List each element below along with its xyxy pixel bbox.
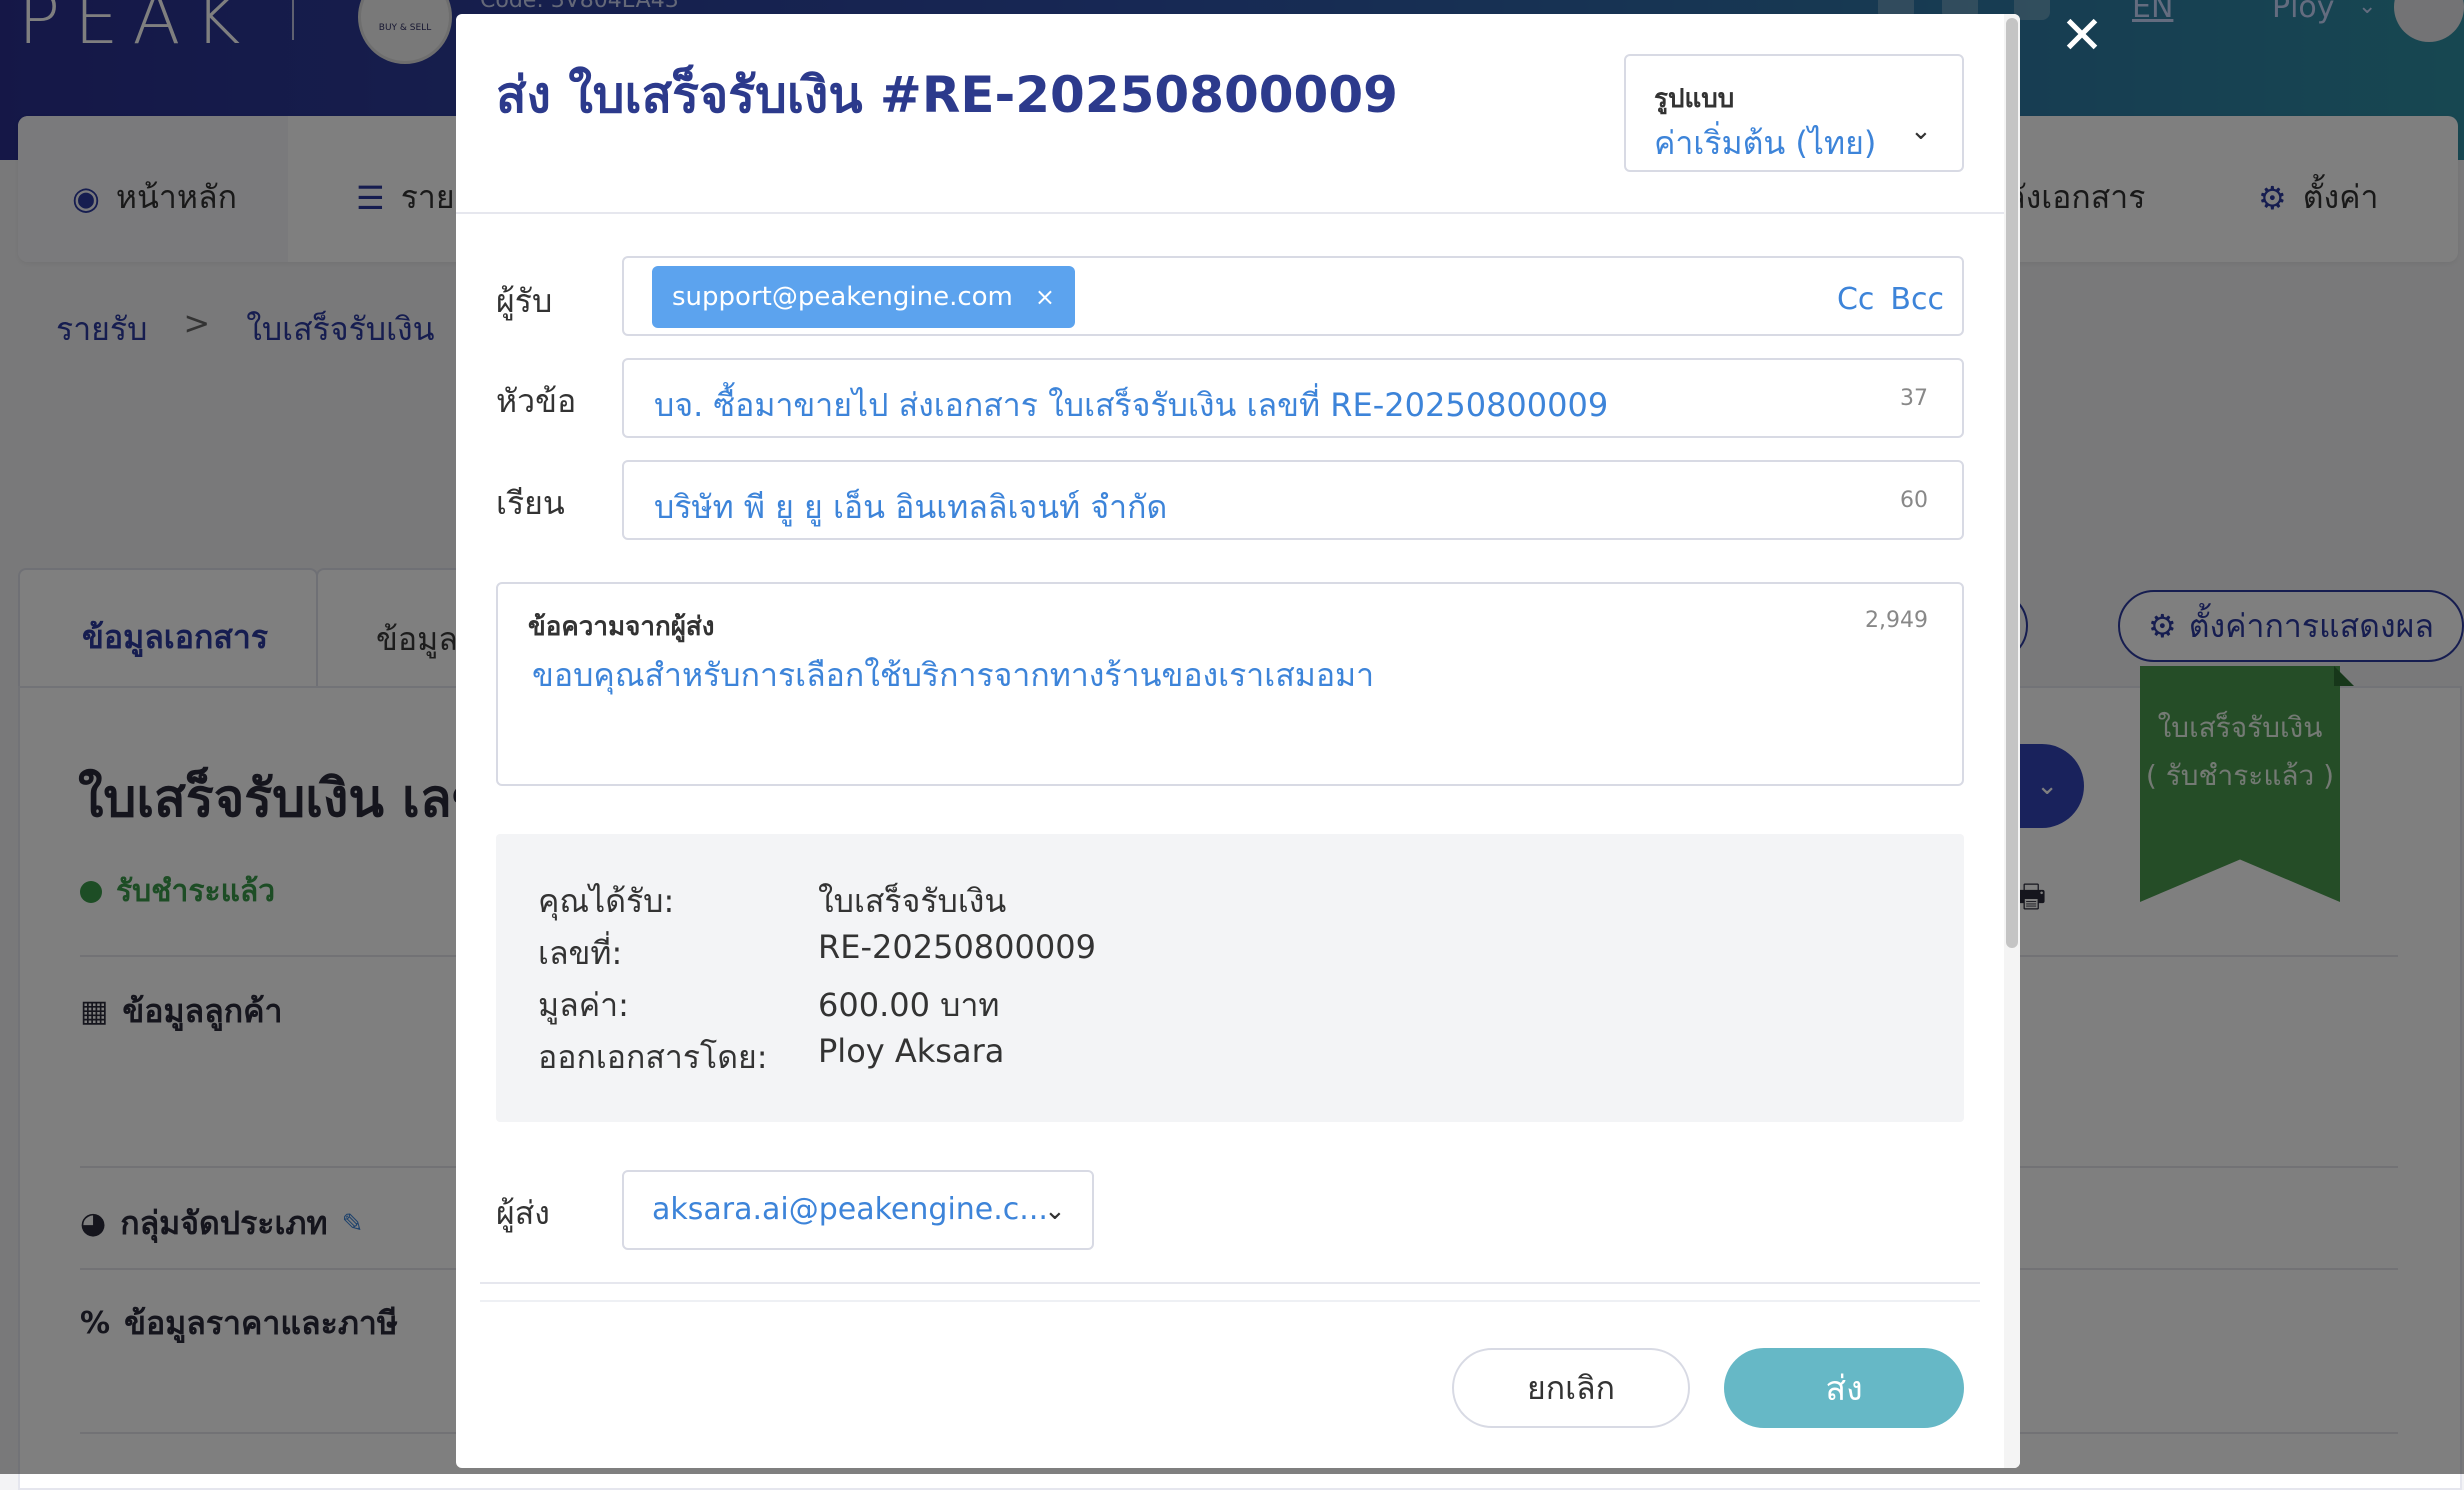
send-document-dialog: ส่ง ใบเสร็จรับเงิน #RE-20250800009 รูปแบ… <box>456 14 2020 1468</box>
bcc-link[interactable]: Bcc <box>1890 282 1944 317</box>
summary-value: RE-20250800009 <box>818 928 1096 966</box>
message-value: ขอบคุณสำหรับการเลือกใช้บริการจากทางร้านข… <box>532 656 1375 694</box>
cc-link[interactable]: Cc <box>1837 282 1874 317</box>
subject-field[interactable]: บจ. ซื้อมาขายไป ส่งเอกสาร ใบเสร็จรับเงิน… <box>622 358 1964 438</box>
addressee-field[interactable]: บริษัท พี ยู ยู เอ็น อินเทลลิเจนท์ จำกัด… <box>622 460 1964 540</box>
sender-select[interactable]: aksara.ai@peakengine.c... ⌄ <box>622 1170 1094 1250</box>
footer-divider <box>480 1282 1980 1284</box>
addressee-label: เรียน <box>496 484 565 522</box>
addressee-value: บริษัท พี ยู ยู เอ็น อินเทลลิเจนท์ จำกัด <box>654 488 1168 526</box>
recipient-chip[interactable]: support@peakengine.com × <box>652 266 1075 328</box>
format-select[interactable]: รูปแบบ ค่าเริ่มต้น (ไทย) ⌄ <box>1624 54 1964 172</box>
chevron-down-icon: ⌄ <box>1910 116 1932 146</box>
summary-value: ใบเสร็จรับเงิน <box>818 882 1007 920</box>
remove-chip-icon[interactable]: × <box>1035 283 1055 311</box>
summary-label: คุณได้รับ: <box>538 882 675 920</box>
subject-label: หัวข้อ <box>496 382 577 420</box>
dialog-title: ส่ง ใบเสร็จรับเงิน #RE-20250800009 <box>496 66 1398 124</box>
recipient-label: ผู้รับ <box>496 282 553 320</box>
subject-char-count: 37 <box>1900 386 1928 411</box>
message-label: ข้อความจากผู้ส่ง <box>528 612 715 642</box>
message-char-count: 2,949 <box>1865 608 1928 633</box>
recipient-chip-label: support@peakengine.com <box>672 282 1013 312</box>
subject-value: บจ. ซื้อมาขายไป ส่งเอกสาร ใบเสร็จรับเงิน… <box>654 386 1609 424</box>
scrollbar-thumb[interactable] <box>2006 18 2018 948</box>
summary-label: ออกเอกสารโดย: <box>538 1038 768 1076</box>
format-label: รูปแบบ <box>1654 84 1735 114</box>
summary-value: Ploy Aksara <box>818 1032 1005 1070</box>
summary-label: เลขที่: <box>538 934 623 972</box>
sender-value: aksara.ai@peakengine.c... <box>652 1192 1048 1227</box>
summary-value: 600.00 บาท <box>818 986 1000 1024</box>
send-button[interactable]: ส่ง <box>1724 1348 1964 1428</box>
format-value: ค่าเริ่มต้น (ไทย) <box>1654 124 1877 162</box>
header-divider <box>456 212 2004 214</box>
footer-divider <box>480 1300 1980 1302</box>
sender-label: ผู้ส่ง <box>496 1194 550 1232</box>
addressee-char-count: 60 <box>1900 488 1928 513</box>
cc-bcc-links: Cc Bcc <box>1837 282 1944 317</box>
close-icon[interactable]: ✕ <box>2060 10 2104 62</box>
document-summary: คุณได้รับ: ใบเสร็จรับเงิน เลขที่: RE-202… <box>496 834 1964 1122</box>
summary-label: มูลค่า: <box>538 986 629 1024</box>
recipient-field[interactable]: support@peakengine.com × Cc Bcc <box>622 256 1964 336</box>
message-field[interactable]: ข้อความจากผู้ส่ง 2,949 ขอบคุณสำหรับการเล… <box>496 582 1964 786</box>
cancel-button[interactable]: ยกเลิก <box>1452 1348 1690 1428</box>
dialog-scrollbar[interactable] <box>2004 14 2020 1468</box>
chevron-down-icon: ⌄ <box>1044 1196 1066 1226</box>
